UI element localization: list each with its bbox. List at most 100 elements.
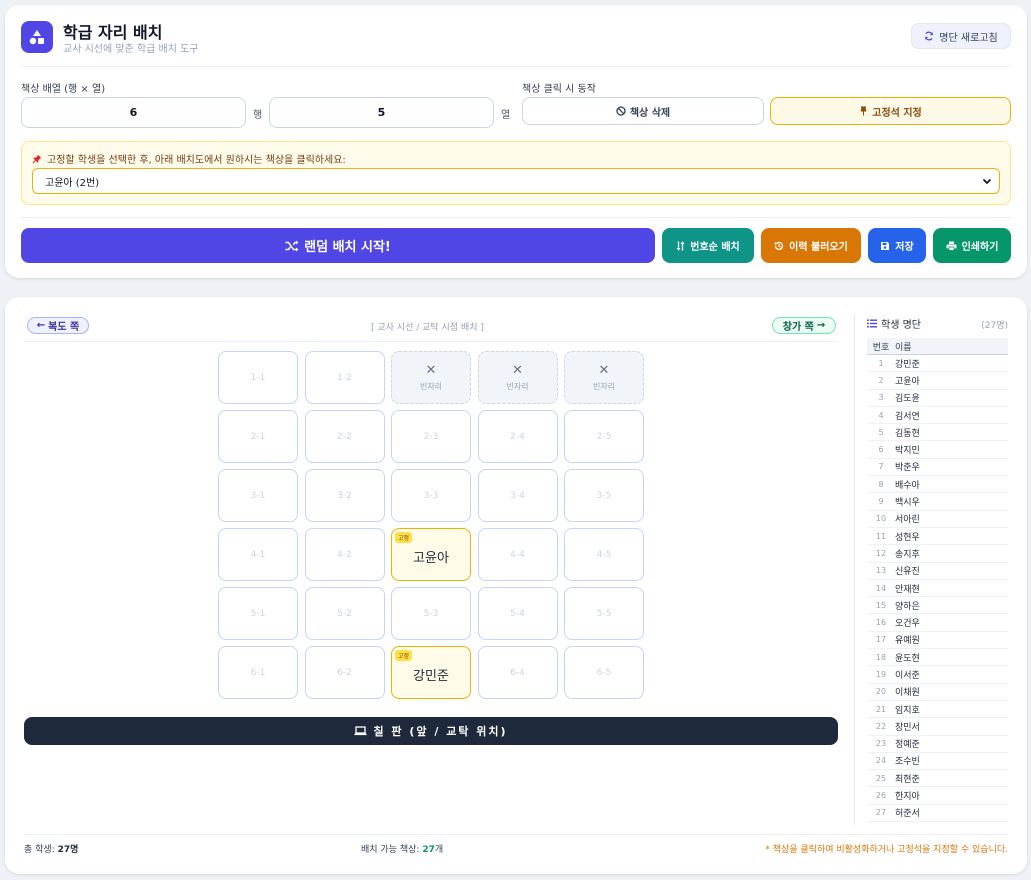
roster-name: 강민준	[895, 359, 920, 370]
roster-row: 27 허준서	[867, 805, 1008, 823]
save-button[interactable]: 저장	[868, 228, 926, 263]
desk-empty[interactable]: ✕ 빈자리	[391, 351, 471, 404]
load-history-label: 이력 불러오기	[789, 242, 848, 253]
load-history-button[interactable]: 이력 불러오기	[761, 228, 861, 263]
roster-row: 26 한지아	[867, 787, 1008, 805]
roster-number: 15	[875, 600, 887, 610]
roster-row: 21 임지호	[867, 701, 1008, 719]
roster-row: 13 신유진	[867, 563, 1008, 580]
roster-row: 18 윤도현	[867, 649, 1008, 667]
roster-col-number: 번호	[872, 342, 890, 353]
desk-label: 4-1	[250, 549, 266, 560]
student-select[interactable]: 고윤아 (2번)	[32, 168, 1000, 194]
fixed-mode-label: 고정석 지정	[872, 107, 922, 119]
roster-name: 김서연	[895, 411, 920, 422]
arrow-right-icon: →	[816, 320, 826, 331]
rows-input[interactable]: 6	[21, 97, 246, 128]
control-panel: 학급 자리 배치 교사 시선에 맞춘 학급 배치 도구 명단 새로고침 책상 배…	[5, 5, 1027, 278]
desk[interactable]: 1-2	[304, 351, 385, 404]
fixed-badge: 고정	[395, 532, 413, 543]
fixed-mode-button[interactable]: 고정석 지정	[770, 97, 1011, 125]
roster-number: 21	[875, 704, 887, 714]
sort-icon	[676, 240, 685, 251]
desk[interactable]: 5-3	[391, 587, 471, 640]
desk[interactable]: 5-2	[304, 587, 385, 640]
desk-label: 5-5	[596, 608, 612, 619]
roster-number: 22	[875, 721, 887, 731]
desk[interactable]: 4-1	[218, 528, 298, 581]
roster-name: 김도윤	[895, 394, 920, 405]
roster-number: 2	[878, 375, 884, 385]
delete-mode-button[interactable]: 책상 삭제	[522, 97, 764, 125]
desk[interactable]: 2-3	[391, 410, 471, 463]
desk-label: 3-1	[250, 490, 266, 501]
desk[interactable]: 3-1	[218, 469, 298, 522]
desk-label: 2-3	[423, 431, 439, 442]
roster-name: 윤도현	[895, 653, 920, 664]
roster-number: 11	[875, 531, 887, 541]
roster-number: 25	[875, 773, 887, 783]
desk[interactable]: 2-2	[304, 410, 385, 463]
roster-row: 20 이채원	[867, 684, 1008, 701]
roster-name: 이채원	[895, 688, 920, 699]
total-students: 총 학생: 27명	[24, 842, 78, 855]
number-order-button[interactable]: 번호순 배치	[662, 228, 754, 263]
shuffle-icon	[285, 240, 299, 251]
desk[interactable]: 6-5	[564, 646, 644, 699]
roster-row: 5 김동현	[867, 424, 1008, 442]
desk[interactable]: 6-1	[218, 646, 298, 699]
desk[interactable]: 3-3	[391, 469, 471, 522]
desk[interactable]: 5-1	[218, 587, 298, 640]
desk-label: 1-1	[250, 372, 266, 383]
layout-label: 책상 배열 (행 × 열)	[21, 84, 106, 95]
desk-label: 5-2	[337, 608, 352, 619]
refresh-roster-button[interactable]: 명단 새로고침	[911, 23, 1011, 49]
desk-fixed[interactable]: 고정 강민준	[391, 646, 471, 699]
roster-title: 학생 명단	[867, 316, 921, 331]
cols-input[interactable]: 5	[269, 97, 494, 128]
desk[interactable]: 1-1	[218, 351, 298, 404]
desk[interactable]: 2-5	[564, 410, 644, 463]
desk[interactable]: 6-4	[477, 646, 558, 699]
desk[interactable]: 4-5	[564, 528, 644, 581]
roster-number: 9	[878, 497, 884, 507]
roster-row: 24 조수빈	[867, 753, 1008, 771]
arrow-left-icon: ←	[36, 320, 46, 331]
desk-empty[interactable]: ✕ 빈자리	[477, 351, 558, 404]
refresh-label: 명단 새로고침	[939, 32, 998, 44]
desk[interactable]: 5-5	[564, 587, 644, 640]
roster-row: 19 이서준	[867, 666, 1008, 684]
save-label: 저장	[895, 242, 914, 253]
desk-empty[interactable]: ✕ 빈자리	[564, 351, 644, 404]
desk[interactable]: 4-4	[477, 528, 558, 581]
desk[interactable]: 3-4	[477, 469, 558, 522]
pushpin-icon	[32, 154, 42, 164]
available-num: 27	[422, 845, 435, 855]
print-button[interactable]: 인쇄하기	[933, 228, 1011, 263]
desk-label: 5-4	[510, 608, 525, 619]
roster-name: 오건우	[895, 619, 920, 630]
desk-label: 2-2	[337, 431, 352, 442]
random-seat-button[interactable]: 랜덤 배치 시작!	[21, 228, 655, 263]
roster-row: 1 강민준	[867, 355, 1008, 373]
desk[interactable]: 3-5	[564, 469, 644, 522]
roster-number: 12	[875, 548, 887, 558]
desk-label: 4-4	[510, 549, 525, 560]
roster-row: 15 양하은	[867, 597, 1008, 615]
desk[interactable]: 2-4	[477, 410, 558, 463]
roster-name: 박지민	[895, 446, 920, 457]
desk[interactable]: 2-1	[218, 410, 298, 463]
number-order-label: 번호순 배치	[690, 242, 740, 253]
roster-number: 5	[878, 427, 884, 437]
desk[interactable]: 4-2	[304, 528, 385, 581]
desk-label: 4-2	[337, 549, 352, 560]
roster-number: 10	[875, 514, 887, 524]
list-icon	[867, 319, 877, 328]
desk[interactable]: 3-2	[304, 469, 385, 522]
roster-name: 임지호	[895, 705, 920, 716]
desk[interactable]: 5-4	[477, 587, 558, 640]
roster-name: 고윤아	[895, 376, 920, 387]
desk[interactable]: 6-2	[304, 646, 385, 699]
desk-fixed[interactable]: 고정 고윤아	[391, 528, 471, 581]
window-side-text: 창가 쪽	[782, 322, 814, 333]
